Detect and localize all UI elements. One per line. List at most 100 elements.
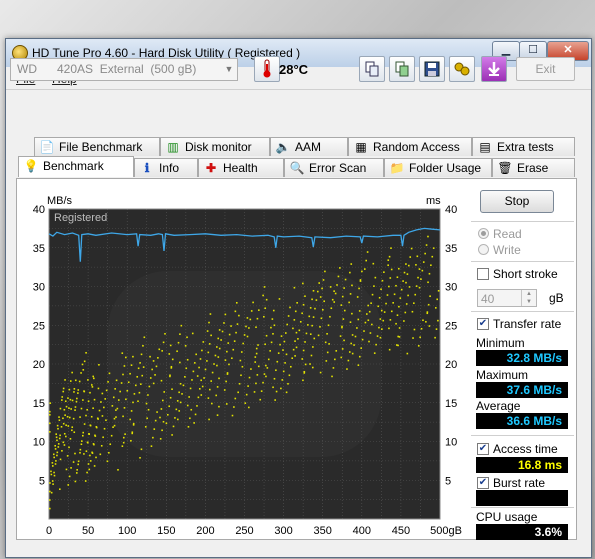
tab-folder-usage[interactable]: 📁 Folder Usage: [384, 158, 492, 177]
access-time-point: [176, 350, 178, 353]
burst-rate-checkbox[interactable]: ✔: [477, 477, 489, 489]
access-time-point: [291, 357, 294, 360]
access-time-point: [262, 381, 264, 384]
y-tick-label-left: 15: [33, 398, 45, 410]
access-time-point: [218, 377, 220, 380]
access-time-point: [264, 307, 267, 310]
x-tick-label: 150: [157, 525, 175, 537]
tab-disk-monitor[interactable]: ▥ Disk monitor: [160, 137, 270, 156]
access-time-point: [367, 319, 370, 322]
tab-benchmark[interactable]: 💡 Benchmark: [18, 156, 134, 177]
options-icon[interactable]: [449, 56, 475, 82]
access-time-point: [255, 347, 258, 350]
read-radio[interactable]: [478, 228, 489, 239]
exit-button[interactable]: Exit: [516, 57, 575, 81]
access-time-point: [95, 426, 98, 429]
access-time-point: [332, 367, 335, 369]
y-tick-label-left: 20: [33, 359, 45, 371]
access-time-point: [193, 422, 195, 424]
transfer-rate-checkbox[interactable]: ✔: [477, 318, 489, 330]
write-radio[interactable]: [478, 244, 489, 255]
access-time-point: [179, 361, 181, 364]
download-icon[interactable]: [481, 56, 507, 82]
tab-extra-tests[interactable]: ▤ Extra tests: [472, 137, 575, 156]
access-time-point: [68, 475, 71, 478]
access-time-point: [80, 372, 82, 374]
access-time-point: [351, 284, 353, 287]
side-divider: [471, 507, 574, 508]
access-time-point: [312, 289, 315, 292]
access-time-point: [373, 285, 375, 287]
access-time-point: [241, 365, 244, 368]
spin-down-icon[interactable]: ▼: [521, 298, 536, 306]
access-time-point: [85, 351, 87, 354]
short-stroke-value: 40: [481, 292, 495, 306]
access-time-point: [326, 351, 329, 354]
access-time-point: [156, 411, 158, 413]
access-time-point: [129, 372, 131, 375]
y-tick-label-right: 15: [445, 398, 457, 410]
access-time-point: [172, 425, 175, 428]
access-time-point: [87, 463, 90, 465]
access-time-point: [50, 491, 53, 494]
short-stroke-checkbox[interactable]: [477, 268, 489, 280]
tab-random-access[interactable]: ▦ Random Access: [348, 137, 472, 156]
tab-error-scan[interactable]: 🔍 Error Scan: [284, 158, 384, 177]
access-time-point: [61, 396, 64, 398]
access-time-point: [293, 286, 296, 289]
chevron-down-icon[interactable]: ▼: [221, 59, 237, 80]
access-time-point: [274, 399, 276, 401]
access-time-point: [132, 355, 134, 358]
access-time-checkbox[interactable]: ✔: [477, 443, 489, 455]
save-icon[interactable]: [419, 56, 445, 82]
access-time-point: [327, 324, 330, 327]
access-time-point: [319, 371, 322, 374]
tab-file-benchmark[interactable]: 📄 File Benchmark: [34, 137, 160, 156]
thermometer-icon[interactable]: [254, 56, 280, 82]
access-time-point: [185, 367, 188, 370]
access-time-point: [235, 302, 238, 304]
access-time-point: [254, 361, 257, 363]
access-time-point: [254, 356, 257, 358]
access-time-point: [85, 414, 87, 417]
tab-aam[interactable]: 🔈 AAM: [270, 137, 348, 156]
short-stroke-input[interactable]: 40 ▲ ▼: [477, 289, 537, 307]
access-time-point: [87, 379, 89, 381]
access-time-point: [277, 352, 280, 354]
copy-screenshot-icon[interactable]: [389, 56, 415, 82]
access-time-point: [358, 287, 360, 290]
access-time-point: [386, 294, 389, 296]
y-tick-label-right: 25: [445, 320, 457, 332]
drive-select[interactable]: WD 420AS External (500 gB) ▼: [10, 58, 238, 81]
y-axis-label-left: MB/s: [47, 195, 73, 207]
access-time-point: [273, 377, 276, 380]
access-time-point: [331, 375, 333, 378]
access-time-point: [358, 355, 361, 358]
minimum-label: Minimum: [476, 336, 525, 350]
spin-up-icon[interactable]: ▲: [521, 290, 536, 298]
copy-text-icon[interactable]: [359, 56, 385, 82]
access-time-point: [318, 282, 320, 284]
tab-health[interactable]: ✚ Health: [198, 158, 284, 177]
access-time-point: [119, 390, 121, 393]
stop-button[interactable]: Stop: [480, 190, 554, 213]
access-time-point: [275, 390, 278, 393]
access-time-point: [421, 269, 424, 272]
access-time-point: [86, 471, 88, 474]
access-time-point: [55, 436, 58, 439]
access-time-point: [370, 302, 372, 304]
access-time-point: [73, 431, 76, 434]
access-time-point: [198, 366, 200, 369]
access-time-point: [302, 282, 304, 285]
access-time-point: [191, 332, 194, 335]
access-time-point: [252, 301, 254, 304]
tab-info[interactable]: ℹ Info: [134, 158, 198, 177]
access-time-point: [50, 473, 53, 476]
transfer-rate-label: Transfer rate: [493, 317, 562, 331]
access-time-point: [437, 319, 439, 322]
access-time-point: [153, 428, 156, 430]
access-time-point: [91, 386, 94, 388]
access-time-point: [388, 255, 391, 258]
tab-erase[interactable]: 🗑 Erase: [492, 158, 575, 177]
access-time-point: [350, 263, 353, 265]
